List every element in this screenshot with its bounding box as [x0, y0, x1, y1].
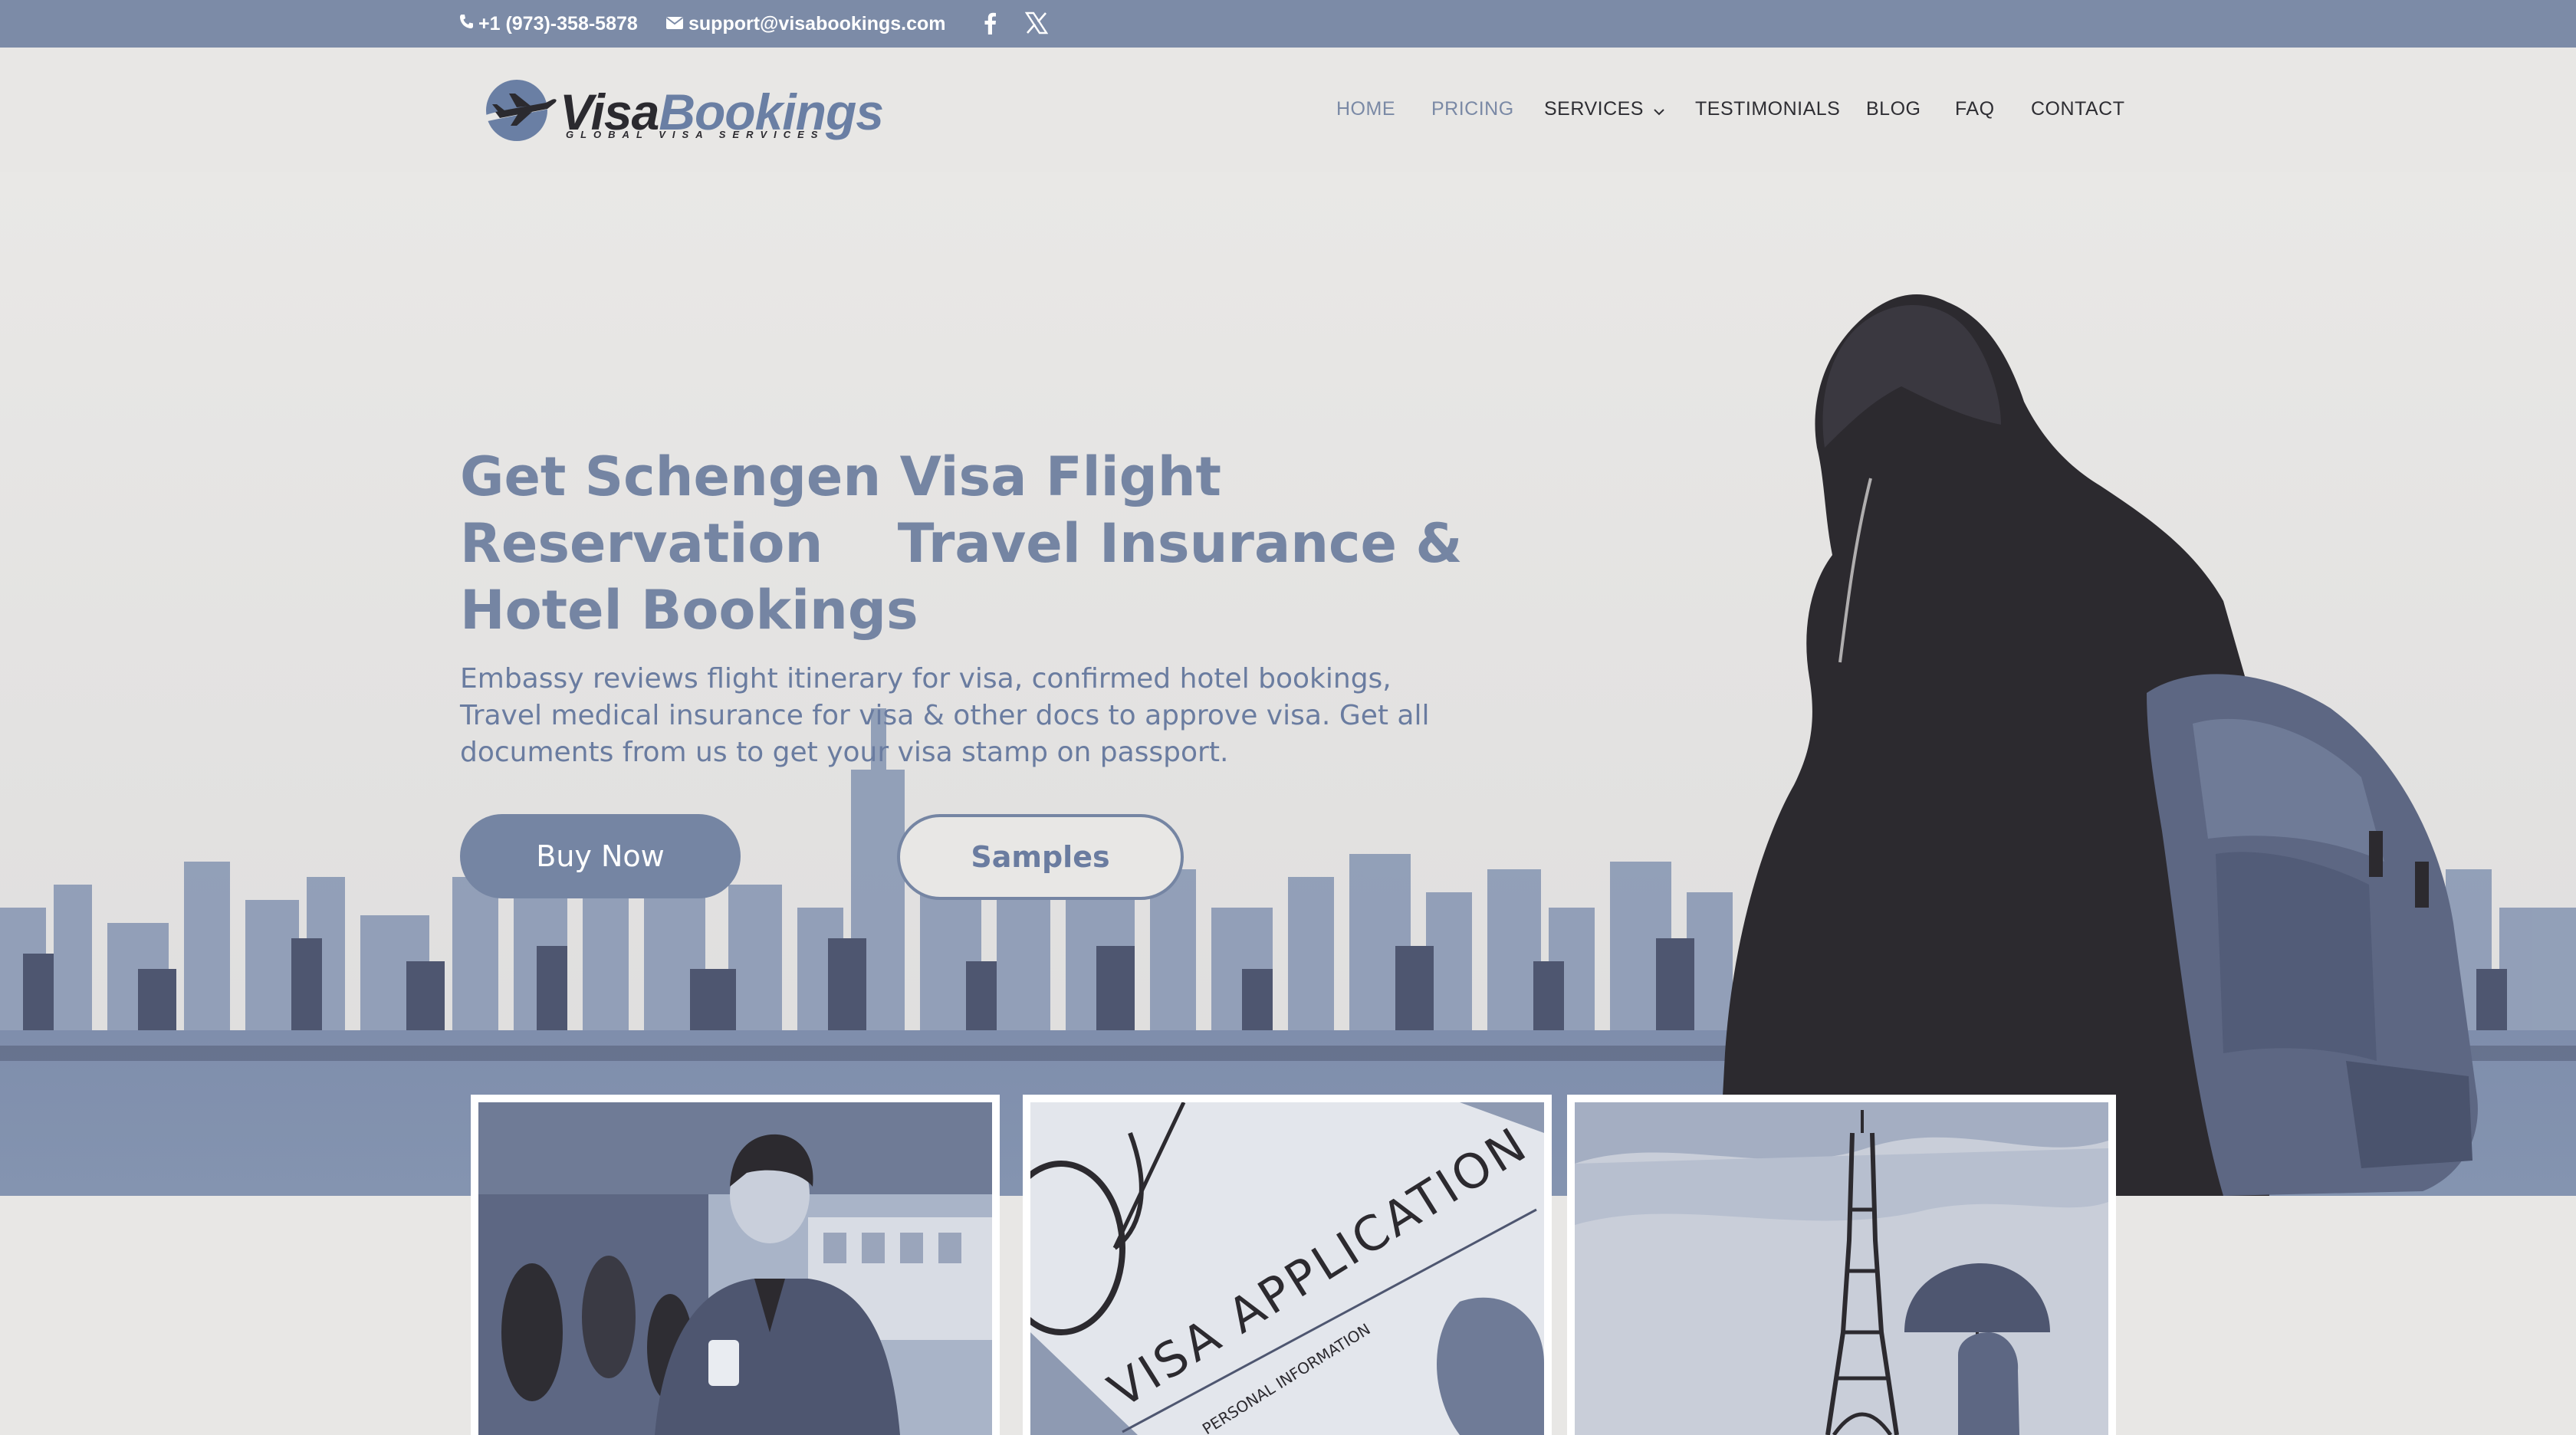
nav-services-label: SERVICES	[1544, 98, 1644, 120]
email-contact[interactable]: support@visabookings.com	[665, 0, 946, 48]
visa-application-image: VISA APPLICATION PERSONAL INFORMATION	[1030, 1102, 1544, 1435]
phone-number: +1 (973)-358-5878	[478, 12, 638, 34]
top-bar: +1 (973)-358-5878 support@visabookings.c…	[0, 0, 2576, 48]
eiffel-tower-image	[1575, 1102, 2108, 1435]
envelope-icon	[665, 13, 684, 35]
nav-faq[interactable]: FAQ	[1955, 98, 1995, 120]
phone-contact[interactable]: +1 (973)-358-5878	[458, 0, 638, 48]
buy-now-button[interactable]: Buy Now	[460, 814, 741, 898]
hero-description: Embassy reviews flight itinerary for vis…	[460, 663, 1430, 768]
nav-contact[interactable]: CONTACT	[2031, 98, 2124, 120]
x-icon[interactable]	[1021, 8, 1052, 38]
nav-home[interactable]: HOME	[1336, 98, 1395, 120]
nav-services[interactable]: SERVICES	[1544, 98, 1665, 121]
service-card-visa-application[interactable]: VISA APPLICATION PERSONAL INFORMATION	[1023, 1095, 1552, 1435]
service-card-travel-insurance[interactable]	[1567, 1095, 2116, 1435]
chevron-down-icon	[1653, 99, 1665, 121]
hero-title-line: Get Schengen Visa Flight	[460, 445, 1222, 508]
service-card-flight[interactable]	[471, 1095, 1000, 1435]
email-address: support@visabookings.com	[688, 12, 946, 34]
nav-pricing[interactable]: PRICING	[1431, 98, 1514, 120]
nav-blog[interactable]: BLOG	[1866, 98, 1921, 120]
hero-title: Get Schengen Visa Flight Reservation Tra…	[460, 444, 1472, 644]
main-nav: HOME PRICING SERVICES TESTIMONIALS BLOG …	[0, 48, 2576, 170]
phone-icon	[458, 13, 474, 35]
hero-section: Get Schengen Visa Flight Reservation Tra…	[0, 172, 2576, 1196]
hero-title-line: Hotel Bookings	[460, 579, 918, 642]
samples-button[interactable]: Samples	[897, 814, 1184, 900]
facebook-icon[interactable]	[975, 8, 1006, 38]
hero-title-line: Reservation Travel Insurance &	[460, 512, 1463, 575]
man-with-phone-image	[478, 1102, 992, 1435]
nav-testimonials[interactable]: TESTIMONIALS	[1695, 98, 1840, 120]
